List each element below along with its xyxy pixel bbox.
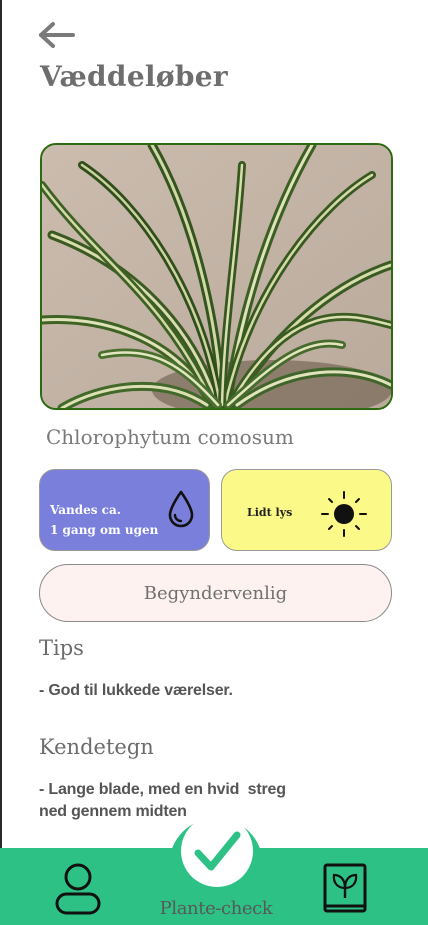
left-edge-rule [0, 0, 2, 850]
back-button[interactable] [36, 18, 78, 52]
profile-button[interactable] [53, 862, 103, 916]
plant-check-button[interactable] [181, 815, 253, 887]
features-line-1: - Lange blade, med en hvid streg [39, 781, 286, 798]
watering-card: Vandes ca. 1 gang om ugen [39, 469, 210, 551]
plant-photo [40, 143, 393, 410]
plant-book-icon [323, 863, 367, 913]
watering-line-1: Vandes ca. [50, 503, 121, 517]
checkmark-icon [194, 831, 241, 871]
page-title: Væddeløber [40, 60, 228, 93]
light-card: Lidt lys [221, 469, 392, 551]
plant-book-button[interactable] [322, 862, 368, 916]
tips-text: - God til lukkede værelser. [39, 682, 233, 699]
sun-icon [321, 491, 367, 537]
tips-heading: Tips [39, 636, 84, 660]
plant-check-label: Plante-check [159, 898, 273, 919]
arrow-left-icon [39, 22, 75, 48]
latin-name: Chlorophytum comosum [46, 425, 294, 449]
difficulty-badge: Begyndervenlig [39, 564, 392, 622]
watering-text: Vandes ca. 1 gang om ugen [50, 500, 158, 540]
user-icon [55, 863, 101, 915]
features-heading: Kendetegn [39, 735, 154, 759]
watering-line-2: 1 gang om ugen [50, 523, 159, 537]
water-drop-icon [168, 490, 194, 528]
light-label: Lidt lys [247, 506, 293, 519]
